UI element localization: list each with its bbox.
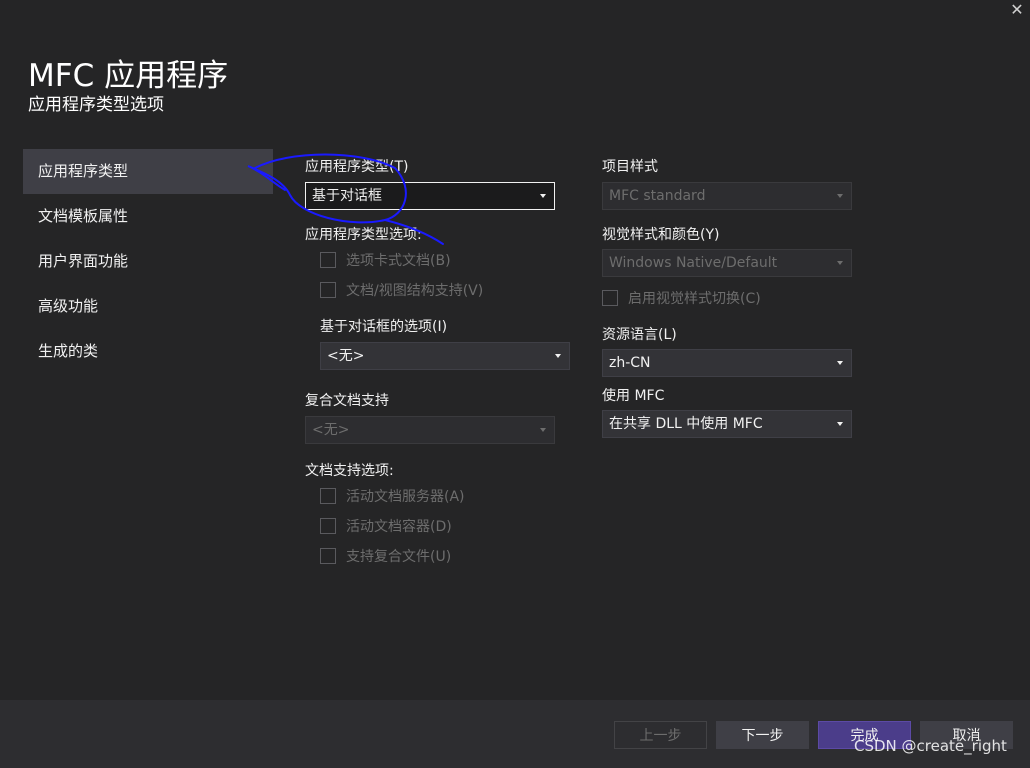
- project-style-label: 项目样式: [602, 159, 658, 175]
- active-doc-server-label: 活动文档服务器(A): [346, 489, 465, 505]
- use-mfc-label: 使用 MFC: [602, 388, 665, 404]
- checkbox-box: [320, 518, 336, 534]
- resource-language-value: zh-CN: [609, 355, 651, 371]
- chevron-down-icon: [555, 354, 561, 358]
- sidebar-item-ui-features[interactable]: 用户界面功能: [23, 239, 273, 284]
- compound-files-label: 支持复合文件(U): [346, 549, 452, 565]
- sidebar-nav: 应用程序类型 文档模板属性 用户界面功能 高级功能 生成的类: [23, 149, 273, 374]
- doc-support-options-label: 文档支持选项:: [305, 463, 394, 479]
- chevron-down-icon: [540, 428, 546, 432]
- checkbox-box: [602, 290, 618, 306]
- visual-style-label: 视觉样式和颜色(Y): [602, 227, 720, 243]
- use-mfc-value: 在共享 DLL 中使用 MFC: [609, 416, 763, 432]
- footer-bar: 上一步 下一步 完成 取消: [0, 700, 1030, 768]
- sidebar-item-advanced[interactable]: 高级功能: [23, 284, 273, 329]
- visual-style-toggle-label: 启用视觉样式切换(C): [628, 291, 761, 307]
- app-type-label: 应用程序类型(T): [305, 159, 409, 175]
- compound-doc-value: <无>: [312, 422, 350, 438]
- page-title: MFC 应用程序: [28, 58, 229, 94]
- app-type-options-label: 应用程序类型选项:: [305, 227, 422, 243]
- resource-language-label: 资源语言(L): [602, 327, 677, 343]
- close-icon[interactable]: ✕: [1004, 0, 1030, 20]
- checkbox-box: [320, 252, 336, 268]
- compound-doc-label: 复合文档支持: [305, 393, 389, 409]
- use-mfc-select[interactable]: 在共享 DLL 中使用 MFC: [602, 410, 852, 438]
- app-type-select[interactable]: 基于对话框: [305, 182, 555, 210]
- chevron-down-icon: [837, 422, 843, 426]
- active-doc-container-label: 活动文档容器(D): [346, 519, 452, 535]
- active-doc-container-checkbox[interactable]: 活动文档容器(D): [320, 516, 452, 536]
- chevron-down-icon: [837, 194, 843, 198]
- page-subtitle: 应用程序类型选项: [28, 95, 164, 115]
- project-style-select[interactable]: MFC standard: [602, 182, 852, 210]
- chevron-down-icon: [837, 361, 843, 365]
- resource-language-select[interactable]: zh-CN: [602, 349, 852, 377]
- prev-button[interactable]: 上一步: [614, 721, 707, 749]
- chevron-down-icon: [540, 194, 546, 198]
- watermark: CSDN @create_right: [854, 737, 1007, 755]
- app-type-value: 基于对话框: [312, 188, 382, 204]
- checkbox-box: [320, 548, 336, 564]
- sidebar-item-doc-template[interactable]: 文档模板属性: [23, 194, 273, 239]
- tabbed-docs-label: 选项卡式文档(B): [346, 253, 451, 269]
- chevron-down-icon: [837, 261, 843, 265]
- visual-style-toggle-checkbox[interactable]: 启用视觉样式切换(C): [602, 288, 761, 308]
- annotation-scribble: [247, 153, 444, 245]
- visual-style-select[interactable]: Windows Native/Default: [602, 249, 852, 277]
- tabbed-docs-checkbox[interactable]: 选项卡式文档(B): [320, 250, 451, 270]
- compound-doc-select[interactable]: <无>: [305, 416, 555, 444]
- project-style-value: MFC standard: [609, 188, 706, 204]
- dialog-options-select[interactable]: <无>: [320, 342, 570, 370]
- sidebar-item-app-type[interactable]: 应用程序类型: [23, 149, 273, 194]
- doc-view-checkbox[interactable]: 文档/视图结构支持(V): [320, 280, 483, 300]
- doc-view-label: 文档/视图结构支持(V): [346, 283, 484, 299]
- dialog-options-value: <无>: [327, 348, 365, 364]
- next-button[interactable]: 下一步: [716, 721, 809, 749]
- active-doc-server-checkbox[interactable]: 活动文档服务器(A): [320, 486, 465, 506]
- dialog-options-label: 基于对话框的选项(I): [320, 319, 448, 335]
- visual-style-value: Windows Native/Default: [609, 255, 778, 271]
- compound-files-checkbox[interactable]: 支持复合文件(U): [320, 546, 451, 566]
- checkbox-box: [320, 488, 336, 504]
- checkbox-box: [320, 282, 336, 298]
- sidebar-item-generated-classes[interactable]: 生成的类: [23, 329, 273, 374]
